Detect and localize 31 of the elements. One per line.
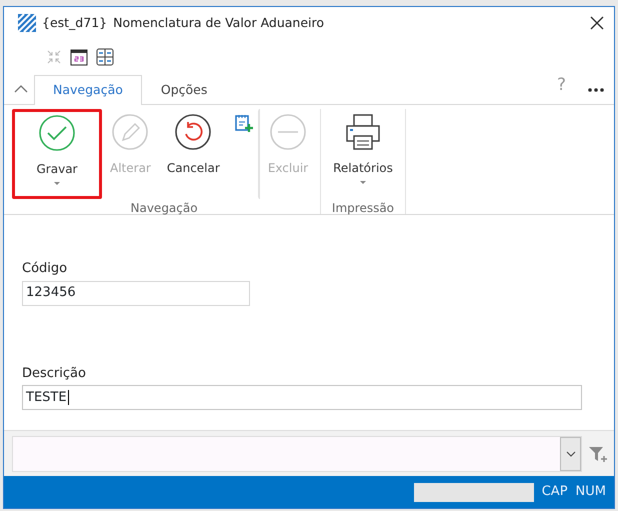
undo-icon bbox=[174, 113, 212, 151]
input-field[interactable]: TESTE bbox=[22, 385, 582, 410]
checkmark-icon bbox=[38, 114, 76, 152]
toolbar-button[interactable]: Cancelar bbox=[158, 109, 228, 199]
field-label: Descrição bbox=[22, 364, 87, 382]
caret-icon bbox=[54, 182, 60, 186]
minus-icon bbox=[268, 113, 307, 151]
input-field[interactable]: 123456 bbox=[22, 280, 250, 306]
window-tag: {est_d71} bbox=[42, 14, 108, 32]
pencil-icon bbox=[111, 113, 150, 151]
group-label: Impressão bbox=[330, 200, 396, 217]
more-icon[interactable] bbox=[588, 88, 604, 92]
status-indicator: NUM bbox=[576, 483, 606, 502]
grid-icon[interactable] bbox=[96, 48, 114, 66]
app-logo-icon bbox=[18, 14, 36, 32]
ribbon-tab[interactable]: Opções bbox=[142, 75, 226, 105]
toolbar-button[interactable]: Gravar bbox=[12, 109, 102, 199]
ribbon-tab[interactable]: Navegação bbox=[34, 75, 142, 105]
calendar-icon[interactable] bbox=[70, 48, 88, 66]
window-title: Nomenclatura de Valor Aduaneiro bbox=[113, 14, 324, 32]
toolbar-button[interactable]: Relatórios bbox=[325, 109, 401, 199]
collapse-ribbon-icon[interactable] bbox=[14, 84, 28, 94]
add-note-icon bbox=[234, 113, 254, 133]
close-icon[interactable] bbox=[590, 16, 604, 30]
printer-icon bbox=[344, 113, 382, 151]
dropdown-icon[interactable] bbox=[566, 450, 576, 456]
group-label: Navegação bbox=[130, 200, 199, 217]
field-label: Código bbox=[22, 260, 68, 278]
status-indicator: CAP bbox=[542, 483, 568, 502]
add-filter-icon[interactable] bbox=[588, 444, 608, 462]
caret-icon bbox=[360, 181, 366, 185]
